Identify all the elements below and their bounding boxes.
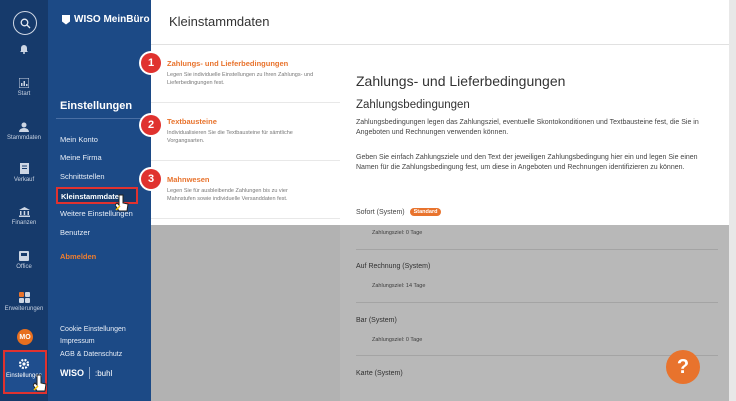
- rail-office[interactable]: Office: [0, 251, 48, 270]
- search-icon: [20, 18, 30, 28]
- menu-meine-firma[interactable]: Meine Firma: [60, 153, 102, 162]
- menu-mein-konto[interactable]: Mein Konto: [60, 135, 98, 144]
- condition-sub: Zahlungsziel: 0 Tage: [372, 230, 423, 236]
- document-icon: [19, 163, 29, 174]
- hand-cursor-icon: [33, 374, 47, 392]
- inbox-icon: [19, 251, 29, 261]
- icon-rail: Start Stammdaten Verkauf Finanzen Office…: [0, 0, 48, 401]
- search-button[interactable]: [13, 11, 37, 35]
- logo-text: WISO MeinBüro: [74, 14, 150, 25]
- footer-agb[interactable]: AGB & Datenschutz: [60, 351, 122, 358]
- footer-cookie[interactable]: Cookie Einstellungen: [60, 326, 126, 333]
- step-badge: 1: [141, 53, 161, 73]
- condition-label: Auf Rechnung (System): [356, 263, 431, 270]
- step-badge: 2: [141, 115, 161, 135]
- avatar[interactable]: MO: [17, 329, 33, 345]
- page-title: Kleinstammdaten: [169, 14, 270, 29]
- condition-name[interactable]: Karte (System): [356, 370, 403, 377]
- condition-sub: Zahlungsziel: 0 Tage: [372, 337, 423, 343]
- wiso-brand: WISO: [60, 368, 84, 378]
- divider: [356, 302, 718, 303]
- rail-label: Finanzen: [11, 220, 37, 226]
- category-title: Zahlungs- und Lieferbedingungen: [167, 59, 289, 68]
- condition-label: Bar (System): [356, 317, 397, 324]
- chart-icon: [19, 78, 29, 88]
- rail-label: Stammdaten: [6, 135, 42, 141]
- detail-heading: Zahlungs- und Lieferbedingungen: [356, 73, 566, 89]
- brand-footer: WISO :buhl: [60, 367, 112, 379]
- condition-name[interactable]: Auf Rechnung (System): [356, 263, 430, 270]
- rail-erweiterungen[interactable]: Erweiterungen: [0, 292, 48, 312]
- rail-start[interactable]: Start: [0, 78, 48, 97]
- category-title: Textbausteine: [167, 117, 217, 126]
- standard-badge: Standard: [409, 208, 442, 216]
- logo-mark-icon: [62, 14, 70, 25]
- category-title: Mahnwesen: [167, 175, 210, 184]
- rail-verkauf[interactable]: Verkauf: [0, 163, 48, 183]
- category-desc: Legen Sie individuelle Einstellungen zu …: [167, 72, 314, 86]
- hand-cursor-icon: [115, 194, 129, 212]
- detail-paragraph: Geben Sie einfach Zahlungsziele und den …: [356, 154, 698, 171]
- category-mahnwesen[interactable]: Mahnwesen Legen Sie für ausbleibende Zah…: [151, 161, 340, 219]
- detail-paragraph: Zahlungsbedingungen legen das Zahlungszi…: [356, 119, 699, 136]
- detail-panel: Zahlungs- und Lieferbedingungen Zahlungs…: [340, 45, 729, 401]
- help-button[interactable]: ?: [666, 350, 700, 384]
- rail-notifications[interactable]: [0, 43, 48, 54]
- rail-label: Office: [16, 264, 32, 270]
- page-header: Kleinstammdaten: [151, 0, 729, 45]
- condition-name[interactable]: Sofort (System) Standard: [356, 208, 442, 216]
- person-icon: [19, 122, 29, 132]
- settings-title: Einstellungen: [60, 100, 133, 112]
- divider: [356, 249, 718, 250]
- menu-schnittstellen[interactable]: Schnittstellen: [60, 172, 105, 181]
- condition-sub: Zahlungsziel: 14 Tage: [372, 283, 426, 289]
- category-textbausteine[interactable]: Textbausteine Individualisieren Sie die …: [151, 103, 340, 161]
- category-desc: Individualisieren Sie die Textbausteine …: [167, 130, 293, 144]
- category-list: Zahlungs- und Lieferbedingungen Legen Si…: [151, 45, 340, 225]
- bank-icon: [18, 207, 30, 217]
- category-desc: Legen Sie für ausbleibende Zahlungen bis…: [167, 188, 288, 202]
- step-badge: 3: [141, 169, 161, 189]
- bell-icon: [20, 45, 28, 54]
- menu-benutzer[interactable]: Benutzer: [60, 228, 90, 237]
- grid-icon: [18, 292, 30, 303]
- app-logo: WISO MeinBüro: [62, 14, 150, 25]
- category-zahlungsbedingungen[interactable]: Zahlungs- und Lieferbedingungen Legen Si…: [151, 45, 340, 103]
- scrollbar[interactable]: [729, 0, 736, 401]
- condition-label: Karte (System): [356, 370, 403, 377]
- rail-stammdaten[interactable]: Stammdaten: [0, 122, 48, 141]
- gear-icon: [18, 358, 30, 370]
- divider: [89, 367, 90, 379]
- divider: [56, 118, 146, 119]
- menu-abmelden[interactable]: Abmelden: [60, 252, 96, 261]
- rail-finanzen[interactable]: Finanzen: [0, 207, 48, 226]
- divider: [356, 355, 718, 356]
- condition-label: Sofort (System): [356, 208, 405, 216]
- detail-subheading: Zahlungsbedingungen: [356, 99, 470, 111]
- rail-label: Verkauf: [13, 177, 35, 183]
- footer-impressum[interactable]: Impressum: [60, 338, 95, 345]
- rail-label: Erweiterungen: [4, 306, 44, 312]
- buhl-brand: :buhl: [95, 368, 113, 378]
- condition-name[interactable]: Bar (System): [356, 317, 397, 324]
- rail-label: Start: [17, 91, 31, 97]
